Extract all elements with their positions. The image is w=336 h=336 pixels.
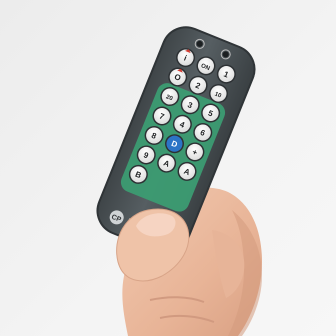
photo-scene: i ON 1 O 2 10 20 3 5 7 4 6 8 D +9 A A B CP: [0, 0, 336, 336]
photo-canvas: iON1O21020357468D+9AAB CP: [0, 0, 336, 336]
